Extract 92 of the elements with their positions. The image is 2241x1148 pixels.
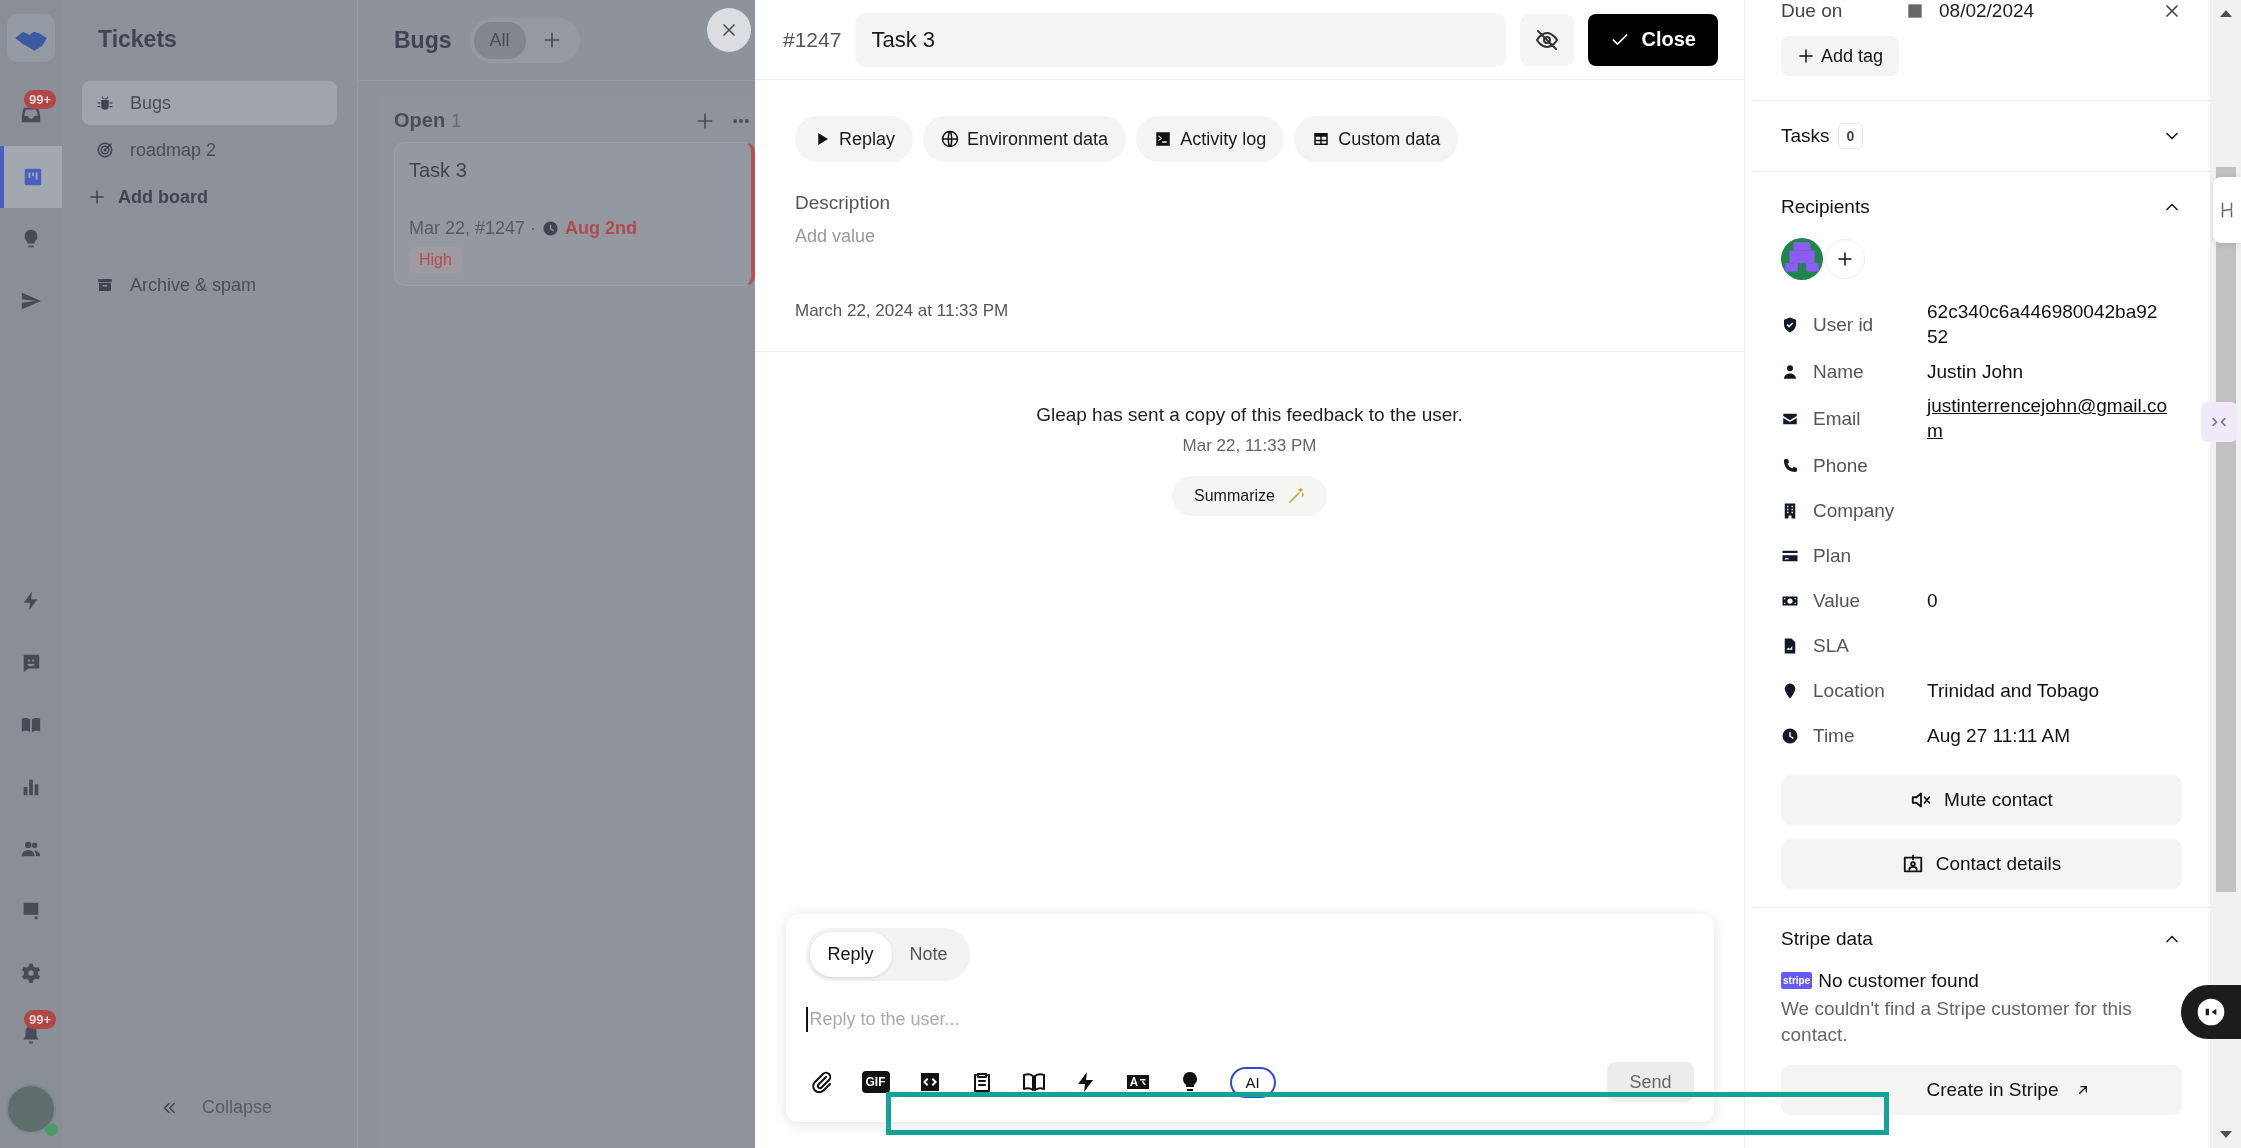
paper-plane-icon — [20, 290, 42, 312]
stripe-logo: stripe — [1781, 972, 1813, 990]
attribute-label: SLA — [1813, 635, 1850, 658]
attribute-label: Plan — [1813, 545, 1853, 568]
board-title: Bugs — [394, 26, 452, 54]
clock-icon — [1781, 727, 1799, 746]
close-button[interactable] — [707, 8, 751, 52]
scroll-up-arrow-icon[interactable] — [2219, 10, 2232, 17]
ticket-number: #1247 — [783, 27, 842, 52]
plus-icon — [1797, 47, 1815, 65]
eye-off-icon — [1534, 27, 1559, 52]
user-avatar[interactable] — [6, 1084, 56, 1134]
add-tag-button[interactable]: Add tag — [1781, 36, 1900, 76]
event-message: Gleap has sent a copy of this feedback to the user. — [1036, 404, 1463, 426]
ai-button[interactable]: AI — [1229, 1066, 1276, 1098]
card-title: Task 3 — [409, 159, 468, 182]
app-logo[interactable] — [7, 14, 55, 62]
attribute-label: Value — [1813, 590, 1862, 613]
stripe-status: No customer found — [1818, 969, 1979, 992]
attribute-label: Phone — [1813, 455, 1869, 478]
summarize-button[interactable]: Summarize — [1172, 476, 1327, 516]
kanban-icon — [22, 166, 44, 188]
attribute-value: Aug 27 11:11 AM — [1927, 723, 2071, 748]
task-count: 0 — [1837, 123, 1864, 149]
section-title: Tickets — [98, 26, 178, 53]
bug-icon — [96, 94, 114, 112]
archive-icon — [96, 276, 114, 294]
event-time: Mar 22, 11:33 PM — [1181, 436, 1318, 456]
due-date: Aug 2nd — [565, 218, 638, 239]
contact-details-button[interactable]: Contact details — [1781, 838, 2182, 889]
attribute-label: Company — [1813, 500, 1896, 523]
calendar-icon — [1905, 1, 1925, 21]
field-label: Due on — [1781, 0, 1844, 22]
terminal-icon — [1154, 130, 1173, 148]
paperclip-icon[interactable] — [809, 1070, 834, 1094]
attribute-value: Justin John — [1927, 359, 2025, 384]
globe-icon — [941, 130, 960, 148]
count-badge: 99+ — [24, 1010, 57, 1029]
nav-rail-item[interactable] — [0, 146, 62, 208]
data-tab-button[interactable]: Replay — [795, 116, 914, 162]
bot-face-icon — [2195, 996, 2227, 1028]
attribute-value: Trinidad and Tobago — [1927, 678, 2101, 703]
person-icon — [1781, 362, 1799, 381]
close-ticket-button[interactable]: Close — [1587, 13, 1718, 66]
table-icon — [1312, 130, 1331, 148]
attribute-value: 0 — [1927, 588, 1939, 613]
hide-button[interactable] — [1519, 13, 1574, 66]
data-tab-button[interactable]: Custom data — [1294, 116, 1459, 162]
section-title: Recipients — [1781, 196, 1870, 218]
attribute-label: Email — [1813, 408, 1862, 431]
data-tab-button[interactable]: Activity log — [1136, 116, 1285, 162]
stripe-message: We couldn't find a Stripe customer for this contact. — [1781, 996, 2133, 1048]
column-title: Open — [394, 109, 446, 132]
due-date-value: 08/02/2024 — [1939, 0, 2035, 22]
clock-icon — [542, 220, 560, 237]
side-widget-button[interactable] — [2201, 402, 2237, 442]
composer-tab[interactable]: Reply — [809, 932, 892, 977]
book-icon[interactable] — [1021, 1070, 1046, 1094]
field-label: Description — [795, 192, 892, 214]
card-meta: Mar 22, #1247 · — [409, 218, 537, 239]
section-title: Stripe data — [1781, 927, 1873, 950]
email-link[interactable]: justinterrencejohn@gmail.com — [1927, 394, 2167, 444]
nav-rail-item[interactable]: 99+ — [0, 1004, 62, 1066]
attribute-label: User id — [1813, 313, 1875, 336]
gif-button[interactable]: GIF — [861, 1071, 890, 1093]
title-field[interactable]: Task 3 — [855, 12, 1506, 67]
shield-check-icon — [1781, 315, 1799, 334]
mute-contact-button[interactable]: Mute contact — [1781, 774, 2182, 825]
composer-tab[interactable]: Note — [891, 932, 966, 977]
chat-launcher-button[interactable] — [2181, 985, 2241, 1039]
target-icon — [96, 141, 114, 159]
priority-tag: High — [409, 247, 462, 273]
attribute-label: Name — [1813, 360, 1865, 383]
count-badge: 99+ — [24, 90, 57, 109]
section-title: Tasks — [1781, 125, 1830, 147]
attribute-label: Time — [1813, 725, 1856, 748]
scroll-down-arrow-icon[interactable] — [2219, 1131, 2232, 1138]
attribute-value: 62c340c6a446980042ba9252 — [1927, 300, 2159, 349]
plus-icon — [1836, 250, 1854, 268]
created-date: March 22, 2024 at 11:33 PM — [795, 301, 1010, 321]
board-list-item[interactable]: Bugs — [82, 81, 337, 125]
nav-rail-item[interactable]: 99+ — [0, 84, 62, 146]
side-tab[interactable] — [2213, 177, 2241, 243]
data-tab-button[interactable]: Environment data — [923, 116, 1127, 162]
avatar-pixel-icon[interactable] — [1781, 238, 1823, 280]
create-in-stripe-button[interactable]: Create in Stripe — [1781, 1064, 2182, 1115]
plus-icon — [88, 188, 106, 206]
magic-wand-icon — [1286, 487, 1305, 505]
attribute-label: Location — [1813, 680, 1886, 703]
contact-card-icon — [1901, 852, 1924, 875]
add-recipient-button[interactable] — [1825, 239, 1865, 279]
settings-icon — [20, 962, 42, 984]
